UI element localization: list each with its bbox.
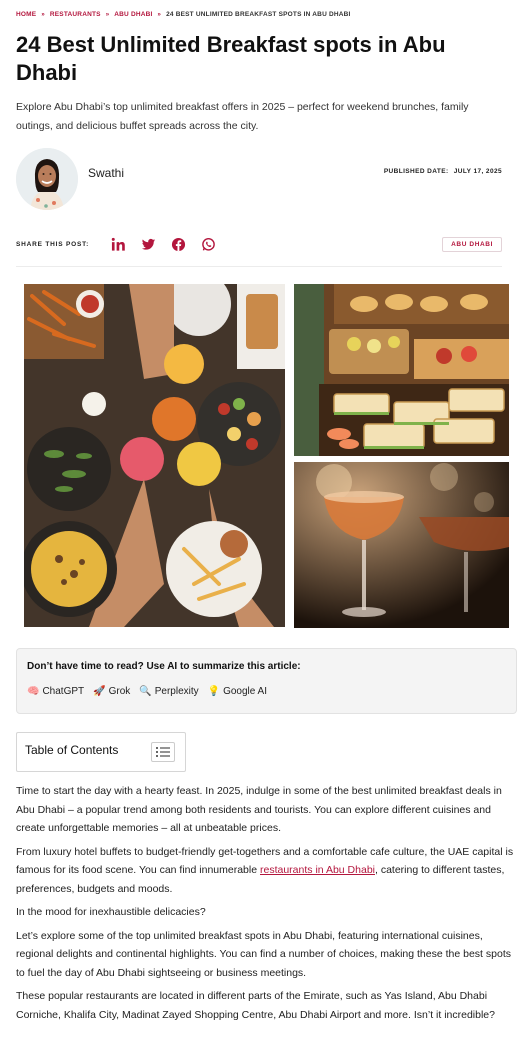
ai-link-grok[interactable]: 🚀 Grok [93, 686, 130, 697]
breadcrumb-separator: » [157, 11, 162, 18]
ai-summary-box: Don’t have time to read? Use AI to summa… [16, 648, 517, 714]
breadcrumb-separator: » [41, 11, 45, 18]
category-tag[interactable]: ABU DHABI [442, 237, 502, 252]
twitter-icon[interactable] [140, 236, 157, 253]
published-label: PUBLISHED DATE: [383, 168, 449, 175]
author-row: Swathi PUBLISHED DATE: JULY 17, 2025 [16, 146, 502, 212]
gallery-image-cocktails[interactable] [294, 462, 509, 628]
breadcrumb-separator: » [105, 11, 110, 18]
breadcrumb-abu-dhabi[interactable]: ABU DHABI [114, 11, 152, 18]
divider [16, 266, 502, 267]
ai-link-perplexity[interactable]: 🔍 Perplexity [139, 686, 198, 697]
paragraph: These popular restaurants are located in… [16, 990, 495, 1021]
paragraph: Time to start the day with a hearty feas… [16, 785, 502, 834]
ai-link-google-ai[interactable]: 💡 Google AI [208, 686, 267, 697]
published-date: PUBLISHED DATE: JULY 17, 2025 [384, 168, 502, 175]
ai-summary-heading: Don’t have time to read? Use AI to summa… [27, 661, 301, 672]
ai-link-chatgpt[interactable]: 🧠 ChatGPT [27, 686, 84, 697]
breadcrumb-home[interactable]: HOME [16, 11, 36, 18]
share-icons [110, 236, 217, 253]
table-of-contents: Table of Contents [16, 732, 186, 772]
share-row: SHARE THIS POST: ABU DHABI [16, 235, 502, 257]
gallery-image-main[interactable] [24, 284, 285, 627]
ai-link-label: ChatGPT [42, 686, 85, 697]
magnifier-icon: 🔍 [139, 686, 152, 697]
toc-title: Table of Contents [25, 743, 119, 757]
author-name[interactable]: Swathi [88, 166, 124, 180]
breadcrumb-restaurants[interactable]: RESTAURANTS [50, 11, 101, 18]
restaurants-link[interactable]: restaurants in Abu Dhabi [260, 864, 375, 876]
whatsapp-icon[interactable] [200, 236, 217, 253]
page-title: 24 Best Unlimited Breakfast spots in Abu… [16, 32, 446, 85]
cocktails-photo [294, 462, 509, 628]
ai-link-label: Perplexity [154, 686, 199, 697]
paragraph: In the mood for inexhaustible delicacies… [16, 906, 206, 918]
buffet-sandwiches-photo [294, 284, 509, 456]
breadcrumb: HOME » RESTAURANTS » ABU DHABI » 24 BEST… [16, 11, 351, 18]
article-body: Time to start the day with a hearty feas… [16, 782, 516, 1029]
published-value: JULY 17, 2025 [453, 168, 502, 175]
facebook-icon[interactable] [170, 236, 187, 253]
lightbulb-icon: 💡 [207, 686, 221, 697]
share-label: SHARE THIS POST: [16, 241, 90, 248]
gallery-image-buffet[interactable] [294, 284, 509, 456]
breakfast-table-photo [24, 284, 285, 627]
rocket-icon: 🚀 [93, 686, 106, 697]
avatar-portrait [16, 148, 78, 210]
ai-link-label: Google AI [223, 686, 267, 697]
author-avatar[interactable] [16, 148, 78, 210]
toc-toggle-button[interactable] [151, 742, 175, 762]
brain-icon: 🧠 [27, 686, 40, 697]
list-icon [156, 747, 170, 757]
linkedin-icon[interactable] [110, 236, 127, 253]
breadcrumb-current: 24 BEST UNLIMITED BREAKFAST SPOTS IN ABU… [166, 11, 351, 18]
ai-summary-links: 🧠 ChatGPT 🚀 Grok 🔍 Perplexity 💡 Google A… [27, 686, 267, 697]
paragraph: From luxury hotel buffets to budget-frie… [16, 843, 516, 899]
ai-link-label: Grok [108, 686, 131, 697]
paragraph: Let’s explore some of the top unlimited … [16, 929, 511, 979]
article-intro: Explore Abu Dhabi’s top unlimited breakf… [16, 101, 469, 132]
